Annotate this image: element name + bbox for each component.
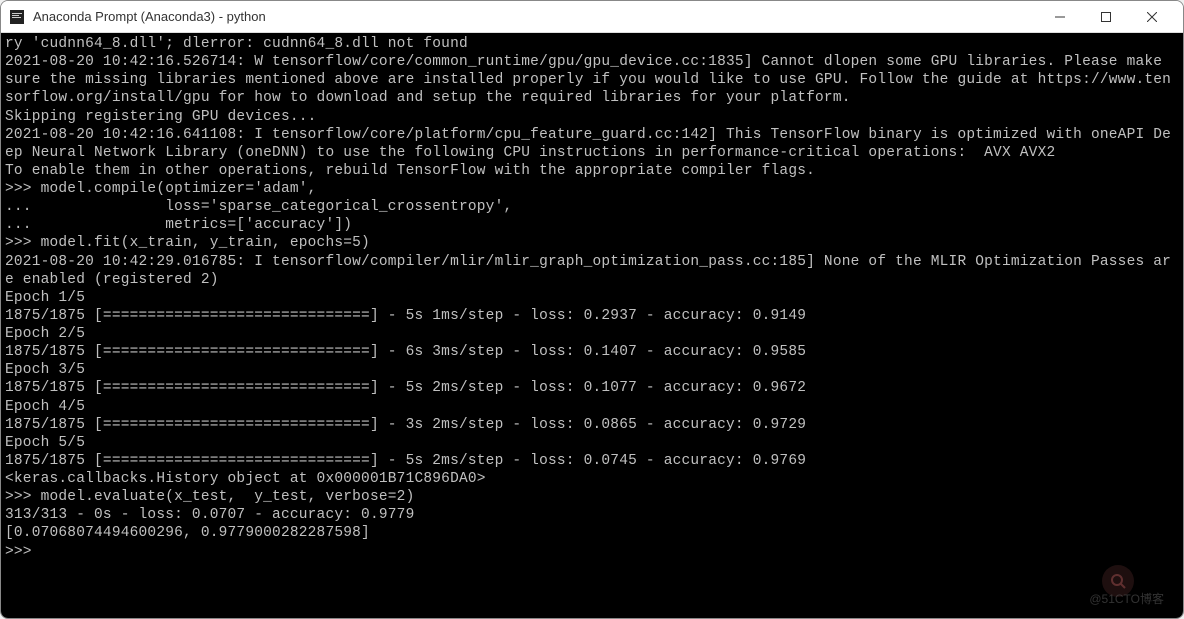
terminal-line: 313/313 - 0s - loss: 0.0707 - accuracy: … <box>5 506 1179 524</box>
close-button[interactable] <box>1129 1 1175 33</box>
titlebar[interactable]: Anaconda Prompt (Anaconda3) - python <box>1 1 1183 33</box>
terminal-line: Epoch 2/5 <box>5 325 1179 343</box>
terminal-line: Epoch 3/5 <box>5 361 1179 379</box>
terminal-line: 1875/1875 [=============================… <box>5 416 1179 434</box>
terminal-line: Epoch 4/5 <box>5 398 1179 416</box>
terminal-line: >>> model.fit(x_train, y_train, epochs=5… <box>5 234 1179 252</box>
terminal-line: ... loss='sparse_categorical_crossentrop… <box>5 198 1179 216</box>
minimize-button[interactable] <box>1037 1 1083 33</box>
terminal-line: ry 'cudnn64_8.dll'; dlerror: cudnn64_8.d… <box>5 35 1179 53</box>
terminal-line: 2021-08-20 10:42:16.641108: I tensorflow… <box>5 126 1179 162</box>
terminal-line: >>> <box>5 543 1179 561</box>
terminal-line: 1875/1875 [=============================… <box>5 307 1179 325</box>
terminal-line: >>> model.evaluate(x_test, y_test, verbo… <box>5 488 1179 506</box>
terminal-line: <keras.callbacks.History object at 0x000… <box>5 470 1179 488</box>
terminal-line: 2021-08-20 10:42:29.016785: I tensorflow… <box>5 253 1179 289</box>
window-controls <box>1037 1 1175 33</box>
terminal-line: [0.07068074494600296, 0.9779000282287598… <box>5 524 1179 542</box>
window-title: Anaconda Prompt (Anaconda3) - python <box>33 9 1037 24</box>
terminal-line: 1875/1875 [=============================… <box>5 343 1179 361</box>
terminal-line: 2021-08-20 10:42:16.526714: W tensorflow… <box>5 53 1179 107</box>
terminal-line: Skipping registering GPU devices... <box>5 108 1179 126</box>
maximize-button[interactable] <box>1083 1 1129 33</box>
terminal-output[interactable]: ry 'cudnn64_8.dll'; dlerror: cudnn64_8.d… <box>1 33 1183 618</box>
watermark-text: @51CTO博客 <box>1089 590 1164 607</box>
terminal-line: ... metrics=['accuracy']) <box>5 216 1179 234</box>
terminal-line: 1875/1875 [=============================… <box>5 379 1179 397</box>
terminal-line: To enable them in other operations, rebu… <box>5 162 1179 180</box>
app-window: Anaconda Prompt (Anaconda3) - python ry … <box>0 0 1184 619</box>
terminal-line: Epoch 1/5 <box>5 289 1179 307</box>
terminal-line: Epoch 5/5 <box>5 434 1179 452</box>
terminal-line: >>> model.compile(optimizer='adam', <box>5 180 1179 198</box>
terminal-line: 1875/1875 [=============================… <box>5 452 1179 470</box>
app-icon <box>9 9 25 25</box>
